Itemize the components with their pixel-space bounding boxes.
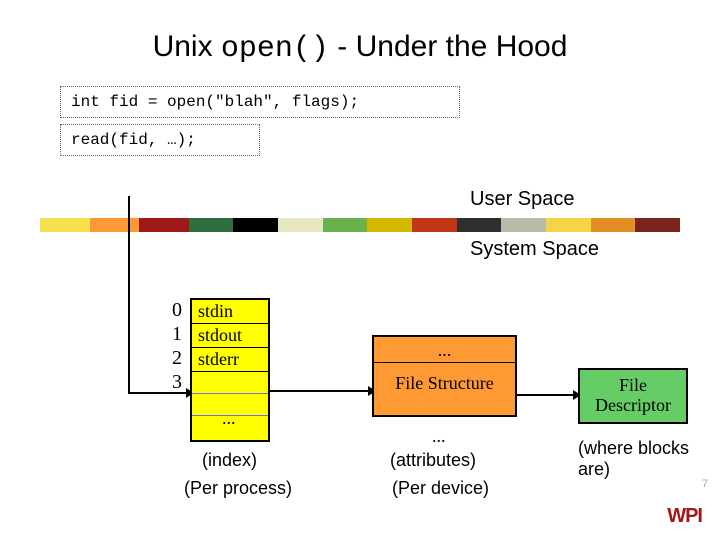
fs-label: File Structure bbox=[374, 363, 515, 403]
fdt-ellipsis: ... bbox=[222, 408, 236, 429]
page-number: 7 bbox=[702, 478, 708, 490]
arrow-line-down bbox=[128, 196, 130, 394]
fd-caption: (where blocks are) bbox=[578, 438, 698, 480]
fdt-num-3: 3 bbox=[172, 370, 182, 394]
arrow-line-right-2 bbox=[270, 390, 370, 392]
title-post: - Under the Hood bbox=[329, 30, 567, 63]
fdt-caption-perprocess: (Per process) bbox=[184, 478, 292, 499]
fdt-row-stderr: stderr bbox=[192, 348, 268, 372]
fdt-row-stdout: stdout bbox=[192, 324, 268, 348]
fd-label: File Descriptor bbox=[580, 376, 686, 416]
fs-caption-attributes: (attributes) bbox=[390, 450, 476, 471]
fs-upper-ellipsis: ... bbox=[374, 337, 515, 363]
slide-title: Unix open() - Under the Hood bbox=[0, 0, 720, 86]
fs-caption-perdevice: (Per device) bbox=[392, 478, 489, 499]
code-line-open: int fid = open("blah", flags); bbox=[60, 86, 460, 118]
fdt-index-numbers: 0 1 2 3 bbox=[172, 298, 182, 394]
file-structure-box: ... File Structure bbox=[372, 335, 517, 417]
fdt-row-3 bbox=[192, 372, 268, 394]
fdt-caption-index: (index) bbox=[202, 450, 257, 471]
title-pre: Unix bbox=[153, 30, 221, 63]
wpi-logo: WPI bbox=[667, 505, 702, 528]
fdt-row-stdin: stdin bbox=[192, 300, 268, 324]
title-mono: open() bbox=[221, 32, 329, 66]
fdt-num-2: 2 bbox=[172, 346, 182, 370]
label-user-space: User Space bbox=[470, 188, 575, 211]
logo-text: WPI bbox=[667, 505, 702, 527]
arrow-line-right-3 bbox=[517, 394, 575, 396]
fdt-num-0: 0 bbox=[172, 298, 182, 322]
fdt-num-1: 1 bbox=[172, 322, 182, 346]
divider-stripe bbox=[40, 218, 680, 232]
fs-ellipsis-below: ... bbox=[432, 426, 446, 447]
file-descriptor-box: File Descriptor bbox=[578, 368, 688, 424]
label-system-space: System Space bbox=[470, 238, 599, 261]
code-line-read: read(fid, …); bbox=[60, 124, 260, 156]
